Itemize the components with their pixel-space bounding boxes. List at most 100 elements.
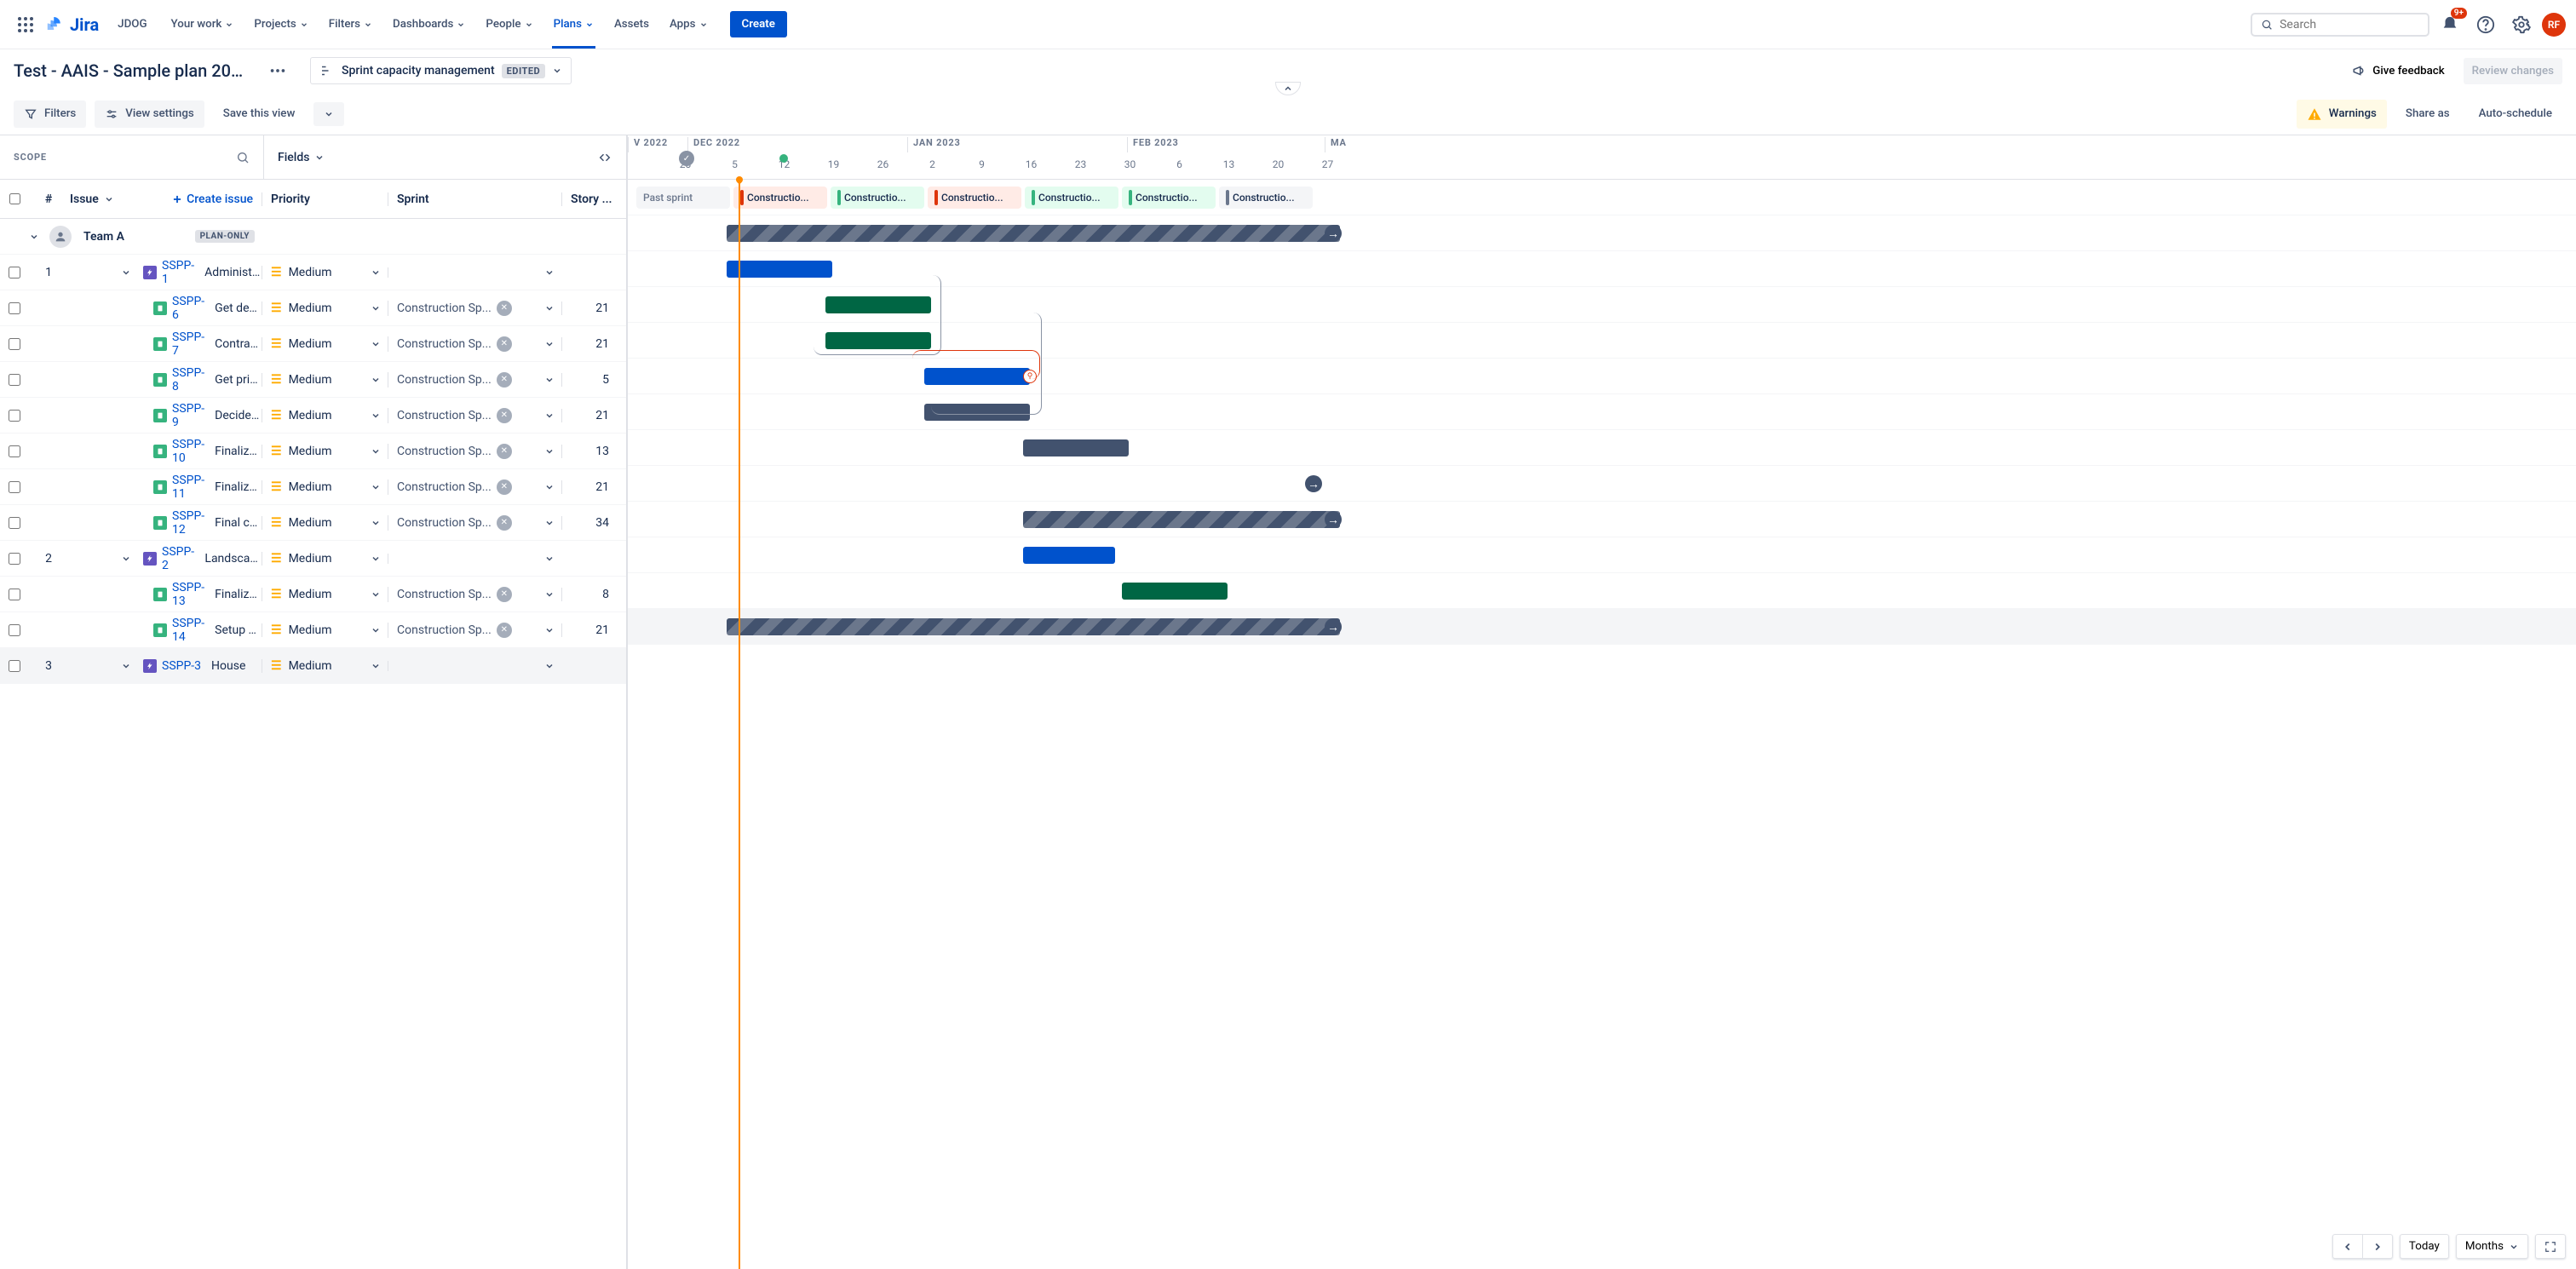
row-checkbox[interactable] <box>9 374 20 386</box>
app-switcher-icon[interactable] <box>10 9 41 40</box>
review-changes-button[interactable]: Review changes <box>2464 58 2562 84</box>
row-checkbox[interactable] <box>9 624 20 636</box>
issue-key[interactable]: SSPP-12 <box>172 509 204 537</box>
chevron-down-icon[interactable] <box>104 194 114 204</box>
create-button[interactable]: Create <box>730 11 787 37</box>
priority-cell[interactable]: ☰Medium <box>262 373 388 387</box>
create-issue-button[interactable]: Create issue <box>171 192 262 206</box>
row-checkbox[interactable] <box>9 660 20 672</box>
jira-logo[interactable]: Jira <box>44 14 99 35</box>
gantt-bar[interactable] <box>1122 583 1228 600</box>
sprint-cell[interactable]: Construction Sp...✕ <box>388 408 561 423</box>
row-checkbox[interactable] <box>9 553 20 565</box>
priority-cell[interactable]: ☰Medium <box>262 552 388 566</box>
priority-cell[interactable]: ☰Medium <box>262 337 388 351</box>
gantt-bar[interactable] <box>727 618 1340 635</box>
sprint-cell[interactable] <box>388 661 561 671</box>
collapse-columns-icon[interactable] <box>597 150 612 165</box>
nav-your-work[interactable]: Your work <box>163 11 243 37</box>
priority-cell[interactable]: ☰Medium <box>262 445 388 458</box>
plan-menu-icon[interactable] <box>262 55 293 86</box>
nav-plans[interactable]: Plans <box>545 11 602 37</box>
give-feedback-button[interactable]: Give feedback <box>2343 56 2452 85</box>
priority-cell[interactable]: ☰Medium <box>262 623 388 637</box>
issue-row[interactable]: SSPP-8Get pricing qu...☰MediumConstructi… <box>0 362 626 398</box>
gantt-bar[interactable] <box>727 225 1340 242</box>
row-checkbox[interactable] <box>9 267 20 278</box>
issue-row[interactable]: SSPP-6Get developm...☰MediumConstruction… <box>0 290 626 326</box>
issue-key[interactable]: SSPP-1 <box>162 259 194 286</box>
priority-cell[interactable]: ☰Medium <box>262 266 388 279</box>
priority-cell[interactable]: ☰Medium <box>262 588 388 601</box>
expand-icon[interactable] <box>121 554 138 564</box>
sprint-pill[interactable]: Constructio... <box>1025 187 1118 209</box>
search-box[interactable] <box>2251 13 2429 37</box>
sprint-pill[interactable]: Constructio... <box>1219 187 1313 209</box>
priority-cell[interactable]: ☰Medium <box>262 516 388 530</box>
issue-key[interactable]: SSPP-11 <box>172 474 204 501</box>
user-avatar[interactable]: RF <box>2542 13 2566 37</box>
nav-apps[interactable]: Apps <box>661 11 716 37</box>
row-checkbox[interactable] <box>9 445 20 457</box>
offscreen-arrow-icon[interactable]: → <box>1305 475 1322 492</box>
help-icon[interactable] <box>2470 9 2501 40</box>
issue-key[interactable]: SSPP-14 <box>172 617 204 644</box>
nav-projects[interactable]: Projects <box>245 11 316 37</box>
gantt-bar[interactable] <box>924 368 1030 385</box>
clear-sprint-icon[interactable]: ✕ <box>497 444 512 459</box>
view-settings-button[interactable]: View settings <box>95 100 204 128</box>
sprint-cell[interactable]: Construction Sp...✕ <box>388 587 561 602</box>
issue-key[interactable]: SSPP-2 <box>162 545 194 572</box>
gantt-bar[interactable] <box>727 261 832 278</box>
gantt-bar[interactable] <box>1023 439 1129 456</box>
issue-key[interactable]: SSPP-7 <box>172 330 204 358</box>
nav-people[interactable]: People <box>477 11 541 37</box>
view-selector[interactable]: Sprint capacity management EDITED <box>310 57 572 84</box>
sprint-cell[interactable]: Construction Sp...✕ <box>388 444 561 459</box>
issue-key[interactable]: SSPP-6 <box>172 295 204 322</box>
notifications-icon[interactable]: 9+ <box>2435 9 2465 40</box>
row-checkbox[interactable] <box>9 302 20 314</box>
search-icon[interactable] <box>236 151 250 164</box>
issue-key[interactable]: SSPP-8 <box>172 366 204 393</box>
clear-sprint-icon[interactable]: ✕ <box>497 372 512 388</box>
row-checkbox[interactable] <box>9 517 20 529</box>
clear-sprint-icon[interactable]: ✕ <box>497 336 512 352</box>
scale-dropdown[interactable]: Months <box>2456 1234 2528 1259</box>
issue-row[interactable]: SSPP-11Finalize budget☰MediumConstructio… <box>0 469 626 505</box>
offscreen-arrow-icon[interactable]: → <box>1325 618 1342 635</box>
settings-icon[interactable] <box>2506 9 2537 40</box>
clear-sprint-icon[interactable]: ✕ <box>497 301 512 316</box>
priority-cell[interactable]: ☰Medium <box>262 409 388 422</box>
issue-row[interactable]: SSPP-14Setup constr...☰MediumConstructio… <box>0 612 626 648</box>
clear-sprint-icon[interactable]: ✕ <box>497 515 512 531</box>
priority-cell[interactable]: ☰Medium <box>262 659 388 673</box>
sprint-pill[interactable]: Constructio... <box>1122 187 1216 209</box>
issue-row[interactable]: 2SSPP-2Landscaping☰Medium <box>0 541 626 577</box>
nav-dashboards[interactable]: Dashboards <box>384 11 474 37</box>
sprint-cell[interactable]: Construction Sp...✕ <box>388 623 561 638</box>
sprint-cell[interactable] <box>388 267 561 278</box>
row-checkbox[interactable] <box>9 338 20 350</box>
offscreen-arrow-icon[interactable]: → <box>1325 511 1342 528</box>
priority-cell[interactable]: ☰Medium <box>262 480 388 494</box>
nav-assets[interactable]: Assets <box>606 11 658 37</box>
issue-row[interactable]: SSPP-10Finalize archi...☰MediumConstruct… <box>0 434 626 469</box>
issue-row[interactable]: 1SSPP-1Administration work☰Medium <box>0 255 626 290</box>
offscreen-arrow-icon[interactable]: → <box>1325 225 1342 242</box>
gantt-bar[interactable] <box>825 332 931 349</box>
issue-row[interactable]: SSPP-12Final complia...☰MediumConstructi… <box>0 505 626 541</box>
dependency-link-icon[interactable]: ⚲ <box>1023 370 1037 383</box>
issue-key[interactable]: SSPP-10 <box>172 438 204 465</box>
save-view-button[interactable]: Save this view <box>213 100 306 127</box>
sprint-pill[interactable]: Constructio... <box>831 187 924 209</box>
clear-sprint-icon[interactable]: ✕ <box>497 587 512 602</box>
save-view-dropdown[interactable] <box>313 102 344 126</box>
sprint-pill[interactable]: Constructio... <box>928 187 1021 209</box>
sprint-cell[interactable]: Construction Sp...✕ <box>388 479 561 495</box>
gantt-bar[interactable] <box>825 296 931 313</box>
clear-sprint-icon[interactable]: ✕ <box>497 408 512 423</box>
clear-sprint-icon[interactable]: ✕ <box>497 623 512 638</box>
nav-filters[interactable]: Filters <box>320 11 381 37</box>
prev-button[interactable] <box>2333 1235 2362 1258</box>
